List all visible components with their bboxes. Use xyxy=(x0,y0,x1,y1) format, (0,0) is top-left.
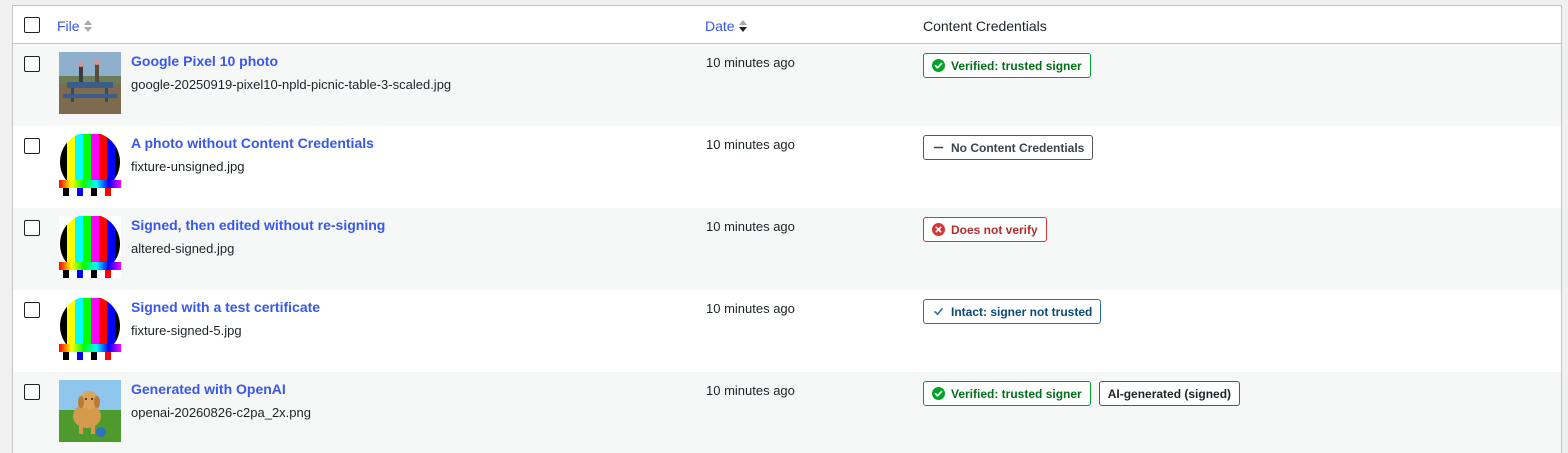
badge-label: Verified: trusted signer xyxy=(951,58,1082,73)
media-filename: fixture-unsigned.jpg xyxy=(131,159,245,174)
credential-status-badge: Intact: signer not trusted xyxy=(923,299,1102,324)
badge-label: AI-generated (signed) xyxy=(1107,386,1232,401)
badge-label: No Content Credentials xyxy=(951,140,1085,155)
x-circle-icon xyxy=(932,223,945,236)
media-title-link[interactable]: A photo without Content Credentials xyxy=(131,134,374,152)
row-select-checkbox[interactable] xyxy=(24,302,40,318)
media-date: 10 minutes ago xyxy=(706,137,795,152)
table-header: File Date Content Credentials xyxy=(13,6,1561,44)
media-filename: google-20250919-pixel10-npld-picnic-tabl… xyxy=(131,77,452,92)
sort-desc-icon xyxy=(738,20,747,32)
sort-arrows-icon xyxy=(83,20,92,32)
media-date: 10 minutes ago xyxy=(706,55,795,70)
table-row: Signed with a test certificate fixture-si… xyxy=(13,290,1561,372)
credential-badges: No Content Credentials xyxy=(923,135,1094,160)
column-file-label: File xyxy=(57,18,80,34)
media-title-link[interactable]: Google Pixel 10 photo xyxy=(131,52,278,70)
media-filename: openai-20260826-c2pa_2x.png xyxy=(131,405,311,420)
table-row: Signed, then edited without re-signing al… xyxy=(13,208,1561,290)
media-thumbnail[interactable] xyxy=(59,380,121,442)
credential-status-badge: AI-generated (signed) xyxy=(1098,381,1241,406)
dash-icon xyxy=(932,141,945,154)
table-row: A photo without Content Credentials fixtu… xyxy=(13,126,1561,208)
credential-status-badge: Does not verify xyxy=(923,217,1047,242)
table-row: Generated with OpenAI openai-20260826-c2p… xyxy=(13,372,1561,453)
row-select-checkbox[interactable] xyxy=(24,384,40,400)
media-title-link[interactable]: Signed, then edited without re-signing xyxy=(131,216,385,234)
row-select-checkbox[interactable] xyxy=(24,220,40,236)
row-select-checkbox[interactable] xyxy=(24,138,40,154)
media-filename: altered-signed.jpg xyxy=(131,241,235,256)
check-circle-icon xyxy=(932,59,945,72)
media-thumbnail[interactable] xyxy=(59,52,121,114)
credential-badges: Intact: signer not trusted xyxy=(923,299,1102,324)
row-select-checkbox[interactable] xyxy=(24,56,40,72)
media-title-link[interactable]: Generated with OpenAI xyxy=(131,380,286,398)
table-row: Google Pixel 10 photo google-20250919-pix… xyxy=(13,44,1561,126)
media-date: 10 minutes ago xyxy=(706,383,795,398)
badge-label: Does not verify xyxy=(951,222,1038,237)
media-thumbnail[interactable] xyxy=(59,134,121,196)
column-header-date[interactable]: Date xyxy=(705,17,747,35)
media-title-link[interactable]: Signed with a test certificate xyxy=(131,298,320,316)
column-header-content-credentials: Content Credentials xyxy=(923,18,1047,34)
media-date: 10 minutes ago xyxy=(706,301,795,316)
media-date: 10 minutes ago xyxy=(706,219,795,234)
checkmark-icon xyxy=(932,305,945,318)
credential-badges: Verified: trusted signer xyxy=(923,53,1091,78)
select-all-checkbox[interactable] xyxy=(24,17,40,33)
badge-label: Intact: signer not trusted xyxy=(951,304,1093,319)
media-filename: fixture-signed-5.jpg xyxy=(131,323,242,338)
credential-status-badge: Verified: trusted signer xyxy=(923,53,1091,78)
media-list-table: File Date Content Credentials Google Pix… xyxy=(12,5,1562,453)
badge-label: Verified: trusted signer xyxy=(951,386,1082,401)
credential-badges: Verified: trusted signer AI-generated (si… xyxy=(923,381,1241,406)
column-header-file[interactable]: File xyxy=(57,17,92,35)
credential-status-badge: Verified: trusted signer xyxy=(923,381,1091,406)
media-thumbnail[interactable] xyxy=(59,298,121,360)
column-date-label: Date xyxy=(705,18,735,34)
credential-status-badge: No Content Credentials xyxy=(923,135,1094,160)
media-thumbnail[interactable] xyxy=(59,216,121,278)
credential-badges: Does not verify xyxy=(923,217,1047,242)
check-circle-icon xyxy=(932,387,945,400)
